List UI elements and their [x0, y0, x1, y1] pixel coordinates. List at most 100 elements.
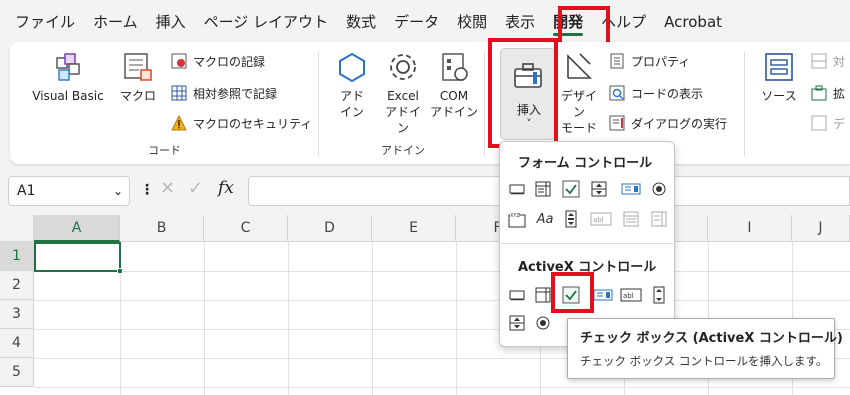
group-separator: [484, 52, 485, 156]
tab-data[interactable]: データ: [385, 5, 448, 39]
visual-basic-label: Visual Basic: [32, 89, 104, 103]
tab-review[interactable]: 校閲: [448, 5, 496, 39]
xml-item-3-label: デ: [833, 116, 846, 131]
activex-scroll-bar-icon[interactable]: [650, 286, 668, 304]
macro-label: マクロ: [119, 89, 156, 103]
grid-line: [372, 242, 373, 395]
fill-handle[interactable]: [117, 268, 123, 274]
source-button[interactable]: ソース: [758, 50, 800, 104]
refresh-data-icon: [810, 114, 828, 132]
form-label-icon[interactable]: Aa: [534, 210, 556, 228]
addin-group-label: アドイン: [381, 144, 425, 157]
column-header-j[interactable]: J: [792, 215, 850, 242]
svg-text:abl: abl: [623, 292, 634, 300]
run-dialog-label: ダイアログの実行: [631, 116, 728, 131]
activex-list-box-icon[interactable]: [592, 286, 614, 304]
column-header-a[interactable]: A: [34, 215, 120, 242]
excel-addins-label-2: アドイン: [384, 105, 421, 135]
record-macro-button[interactable]: マクロの記録: [170, 50, 265, 72]
row-header-4[interactable]: 4: [0, 329, 34, 358]
column-header-i[interactable]: I: [708, 215, 792, 242]
activex-text-box-icon[interactable]: abl: [620, 286, 642, 304]
tab-insert[interactable]: 挿入: [147, 5, 195, 39]
xml-item-2-label: 拡: [833, 86, 846, 101]
warning-icon: [170, 114, 188, 132]
more-options-icon[interactable]: ⋮: [140, 182, 154, 198]
form-group-box-icon[interactable]: XYZ: [508, 210, 526, 228]
tab-file[interactable]: ファイル: [6, 5, 84, 39]
form-option-button-icon[interactable]: [650, 180, 668, 198]
hexagon-icon: [335, 50, 369, 84]
tab-home[interactable]: ホーム: [84, 5, 147, 39]
column-header-c[interactable]: C: [204, 215, 288, 242]
enter-icon[interactable]: ✓: [188, 178, 203, 199]
svg-text:abl: abl: [593, 216, 604, 224]
source-label: ソース: [761, 89, 797, 103]
design-mode-button[interactable]: デザイン モード: [556, 50, 602, 136]
insert-control-button[interactable]: 挿入 ˅: [500, 48, 556, 140]
form-combo-list-icon[interactable]: [622, 210, 640, 228]
column-header-b[interactable]: B: [120, 215, 204, 242]
group-separator: [318, 52, 319, 156]
form-text-field-icon[interactable]: abl: [590, 210, 612, 228]
macro-button[interactable]: マクロ: [118, 50, 158, 104]
properties-button[interactable]: プロパティ: [608, 50, 690, 72]
form-spin-button-icon[interactable]: [590, 180, 608, 198]
chevron-down-icon: ˅: [526, 117, 532, 130]
activex-combo-box-icon[interactable]: [534, 286, 552, 304]
grid-line: [34, 300, 850, 301]
com-addins-button[interactable]: COM アドイン: [430, 50, 478, 120]
activex-check-box-icon[interactable]: [562, 286, 580, 304]
tab-help[interactable]: ヘルプ: [592, 5, 655, 39]
form-combo-box-icon[interactable]: [534, 180, 552, 198]
view-code-button[interactable]: コードの表示: [608, 82, 703, 104]
form-check-box-icon[interactable]: [562, 180, 580, 198]
tab-view[interactable]: 表示: [496, 5, 544, 39]
tooltip-description: チェック ボックス コントロールを挿入します。: [580, 354, 828, 368]
activex-option-button-icon[interactable]: [534, 314, 552, 332]
row-header-1[interactable]: 1: [0, 242, 34, 271]
name-box[interactable]: A1 ⌄: [8, 176, 130, 206]
row-header-2[interactable]: 2: [0, 271, 34, 300]
cancel-icon[interactable]: ✕: [160, 178, 175, 199]
insert-controls-popup: フォーム コントロール XYZ Aa abl ActiveX コントロール ab…: [499, 141, 676, 347]
form-button-icon[interactable]: [508, 180, 526, 198]
macro-security-button[interactable]: マクロのセキュリティ: [170, 112, 312, 134]
addins-button[interactable]: アド イン: [328, 50, 376, 120]
activex-spin-button-icon[interactable]: [508, 314, 526, 332]
macro-security-label: マクロのセキュリティ: [193, 116, 313, 131]
addins-label-1: アド: [339, 89, 364, 103]
column-header-e[interactable]: E: [372, 215, 456, 242]
view-code-label: コードの表示: [631, 86, 704, 101]
com-addins-label-1: COM: [439, 89, 469, 103]
run-dialog-button[interactable]: ダイアログの実行: [608, 112, 727, 134]
record-macro-label: マクロの記録: [193, 54, 266, 69]
toolbox-icon: [511, 59, 545, 93]
tab-formulas[interactable]: 数式: [337, 5, 385, 39]
select-all-corner[interactable]: [0, 215, 34, 242]
form-scroll-bar-icon[interactable]: [562, 210, 580, 228]
code-group-label: コード: [148, 144, 181, 157]
active-cell-a1[interactable]: [34, 242, 123, 274]
row-header-3[interactable]: 3: [0, 300, 34, 329]
xml-item-3[interactable]: デ: [810, 112, 845, 134]
xml-item-1[interactable]: 対: [810, 50, 845, 72]
grid-line: [456, 242, 457, 395]
tab-acrobat[interactable]: Acrobat: [655, 5, 731, 39]
visual-basic-button[interactable]: Visual Basic: [26, 50, 110, 104]
xml-item-2[interactable]: 拡: [810, 82, 845, 104]
excel-addins-label-1: Excel: [387, 89, 419, 103]
ribbon: Visual Basic マクロ マクロの記録 相対参照で記録 マクロのセキュリ…: [10, 42, 850, 164]
form-list-box-icon[interactable]: [620, 180, 642, 198]
name-box-value: A1: [17, 183, 36, 199]
tab-developer[interactable]: 開発: [544, 5, 592, 39]
column-header-d[interactable]: D: [288, 215, 372, 242]
insert-function-icon[interactable]: fx: [218, 178, 234, 198]
row-header-5[interactable]: 5: [0, 358, 34, 387]
excel-addins-button[interactable]: Excel アドイン: [380, 50, 426, 136]
tab-page-layout[interactable]: ページ レイアウト: [195, 5, 337, 39]
form-combo-dropdown-icon[interactable]: [650, 210, 668, 228]
activex-command-button-icon[interactable]: [508, 286, 526, 304]
formula-bar: A1 ⌄ ⋮ ✕ ✓ fx: [0, 168, 850, 212]
relative-reference-button[interactable]: 相対参照で記録: [170, 82, 277, 104]
